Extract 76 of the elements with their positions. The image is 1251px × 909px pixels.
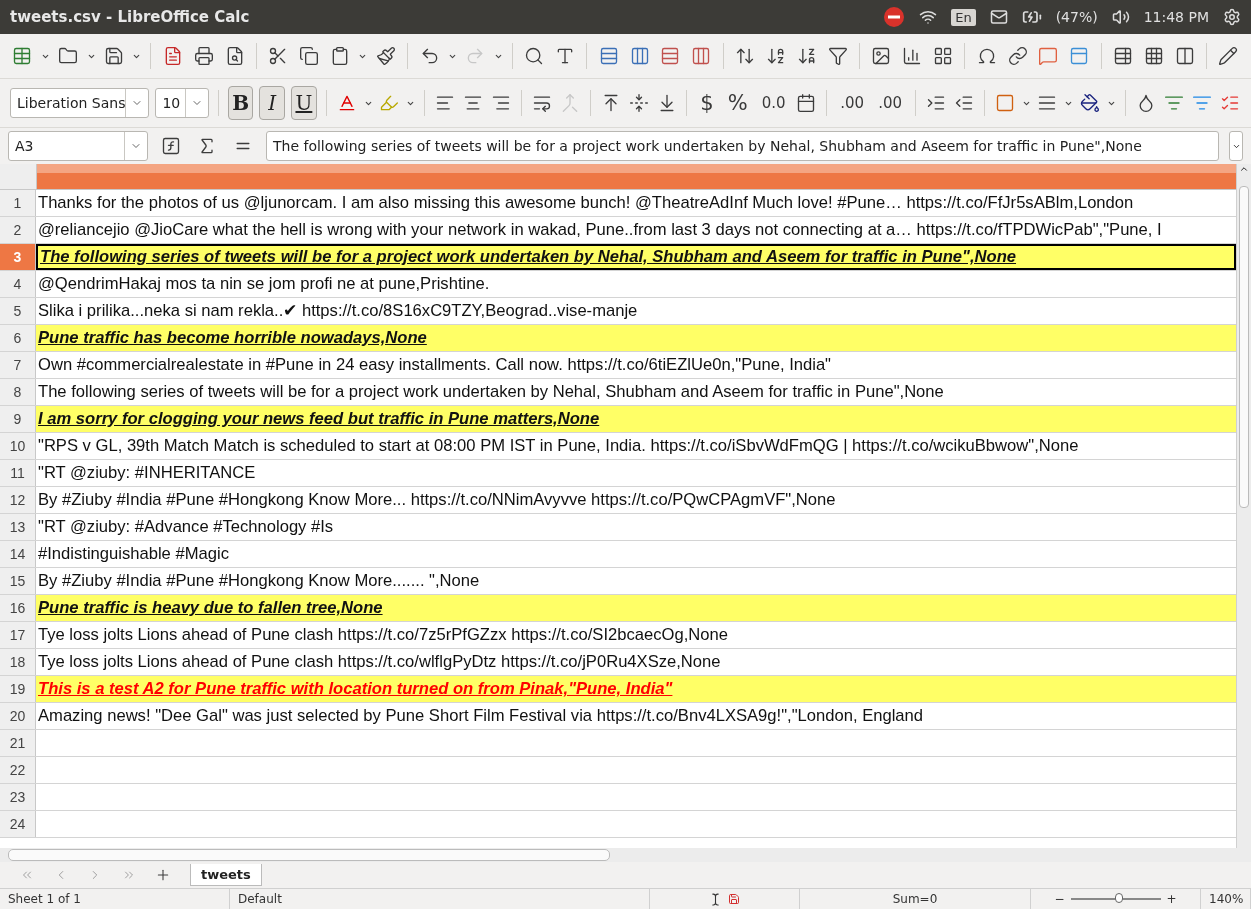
formula-input[interactable]: The following series of tweets will be for a project work undertaken by Nehal, Shubham and Aseem for traffic in Pune",None [266, 131, 1219, 161]
volume-icon[interactable] [1111, 8, 1130, 26]
name-box[interactable]: A3 [8, 131, 148, 161]
add-decimal-button[interactable]: .00 [836, 94, 869, 112]
row-header[interactable]: 11 [0, 460, 36, 486]
table-cell: This is a test A2 for Pune traffic with location turned on from Pinak,"Pune, India" [38, 679, 673, 699]
mail-icon[interactable] [989, 8, 1008, 26]
row-header[interactable]: 2 [0, 217, 36, 243]
table-cell: Own #commercialrealestate in #Pune in 24 easy installments. Call now. https://t.co/6tiEZlUe0n,"Pune, India" [38, 355, 831, 375]
percent-button[interactable]: % [723, 91, 752, 115]
zoom-out-button[interactable]: − [1054, 892, 1065, 906]
font-size-field[interactable]: 10 [155, 88, 209, 118]
table-cell: @reliancejio @JioCare what the hell is wrong with your network in wakad, Pune..from last 3 days not connecting at a… https://t.co/fTPDWicPab","Pune, I [38, 220, 1162, 240]
wifi-icon[interactable] [919, 8, 938, 26]
row-header[interactable]: 18 [0, 649, 36, 675]
currency-button[interactable]: $ [696, 91, 718, 115]
settings-icon[interactable] [1223, 8, 1241, 26]
row-header[interactable]: 4 [0, 271, 36, 297]
row-header[interactable]: 20 [0, 703, 36, 729]
table-cell: #Indistinguishable #Magic [38, 544, 229, 564]
zoom-in-button[interactable]: + [1166, 892, 1177, 906]
row-header[interactable]: 13 [0, 514, 36, 540]
delete-decimal-button[interactable]: .00 [874, 94, 906, 112]
row-header[interactable]: 21 [0, 730, 36, 756]
row-header[interactable]: 6 [0, 325, 36, 351]
row-header[interactable]: 1 [0, 190, 36, 216]
table-cell: Pune traffic is heavy due to fallen tree,None [38, 598, 383, 618]
clock[interactable]: 11:48 PM [1143, 9, 1209, 25]
save-status-icon[interactable] [728, 893, 740, 905]
row-header[interactable]: 24 [0, 811, 36, 837]
table-cell: Thanks for the photos of us @ljunorcam. I am also missing this awesome bunch! @TheatreAdInf Much love! #Pune… https://t.co/FfJr5sABlm,London [38, 193, 1134, 213]
battery-percentage: (47%) [1055, 9, 1098, 25]
font-name-field[interactable]: Liberation Sans [10, 88, 150, 118]
table-cell: @QendrimHakaj mos ta nin se jom profi ne at pune,Prishtine. [38, 274, 490, 294]
row-header[interactable]: 8 [0, 379, 36, 405]
window-title: tweets.csv - LibreOffice Calc [10, 8, 251, 26]
language-indicator[interactable]: En [951, 8, 976, 26]
zoom-percentage: 140% [1209, 892, 1244, 906]
row-header[interactable]: 17 [0, 622, 36, 648]
underline-button[interactable]: U [291, 86, 317, 120]
row-header[interactable]: 19 [0, 676, 36, 702]
horizontal-scrollbar[interactable] [0, 848, 1251, 862]
table-cell: The following series of tweets will be for a project work undertaken by Nehal, Shubham and Aseem for traffic in Pune",None [40, 247, 1017, 267]
table-cell: Pune traffic has become horrible nowadays,None [38, 328, 427, 348]
row-header[interactable]: 7 [0, 352, 36, 378]
page-style: Default [238, 892, 282, 906]
table-cell: "RT @ziuby: #INHERITANCE [38, 463, 256, 483]
table-cell: By #Ziuby #India #Pune #Hongkong Know More....... ",None [38, 571, 480, 591]
vertical-scrollbar[interactable] [1236, 164, 1251, 848]
sheet-count: Sheet 1 of 1 [8, 892, 81, 906]
number-format-button[interactable]: 0.0 [757, 94, 790, 112]
sheet-tab[interactable]: tweets [190, 864, 262, 886]
scroll-up-icon[interactable] [1239, 164, 1249, 174]
table-cell: "RPS v GL, 39th Match Match is scheduled to start at 08:00 PM IST in Pune, India. https://t.co/iSbvWdFmQG | https://t.co/wcikuBbwow",None [38, 436, 1079, 456]
table-cell: Tye loss jolts Lions ahead of Pune clash https://t.co/wlflgPyDtz https://t.co/jP0Ru4XSze,None [38, 652, 721, 672]
table-cell: I am sorry for clogging your news feed but traffic in Pune matters,None [38, 409, 600, 429]
row-header[interactable]: 5 [0, 298, 36, 324]
italic-button[interactable]: I [259, 86, 286, 120]
row-header[interactable]: 16 [0, 595, 36, 621]
table-cell: The following series of tweets will be for a project work undertaken by Nehal, Shubham and Aseem for traffic in Pune",None [38, 382, 944, 402]
table-cell: By #Ziuby #India #Pune #Hongkong Know More... https://t.co/NNimAvyvve https://t.co/PQwCPAgmVF",None [38, 490, 836, 510]
sum-display: Sum=0 [892, 892, 938, 906]
row-header[interactable]: 10 [0, 433, 36, 459]
row-header[interactable]: 23 [0, 784, 36, 810]
row-header[interactable]: 15 [0, 568, 36, 594]
stop-icon[interactable] [883, 6, 906, 28]
row-header[interactable]: 22 [0, 757, 36, 783]
table-cell: "RT @ziuby: #Advance #Technology #Is [38, 517, 334, 537]
insert-mode-icon[interactable] [709, 892, 722, 906]
row-header[interactable]: 12 [0, 487, 36, 513]
bold-button[interactable]: B [227, 86, 254, 120]
table-cell: Slika i prilika...neka si nam rekla..✔ https://t.co/8S16xC9TZY,Beograd..vise-manje [38, 301, 638, 321]
table-cell: Tye loss jolts Lions ahead of Pune clash https://t.co/7z5rPfGZzx https://t.co/SI2bcaecOg,None [38, 625, 728, 645]
row-header[interactable]: 9 [0, 406, 36, 432]
table-cell: Amazing news! "Dee Gal" was just selected by Pune Short Film Festival via https://t.co/Bnv4LXSA9g!","London, England [38, 706, 924, 726]
row-header[interactable]: 14 [0, 541, 36, 567]
